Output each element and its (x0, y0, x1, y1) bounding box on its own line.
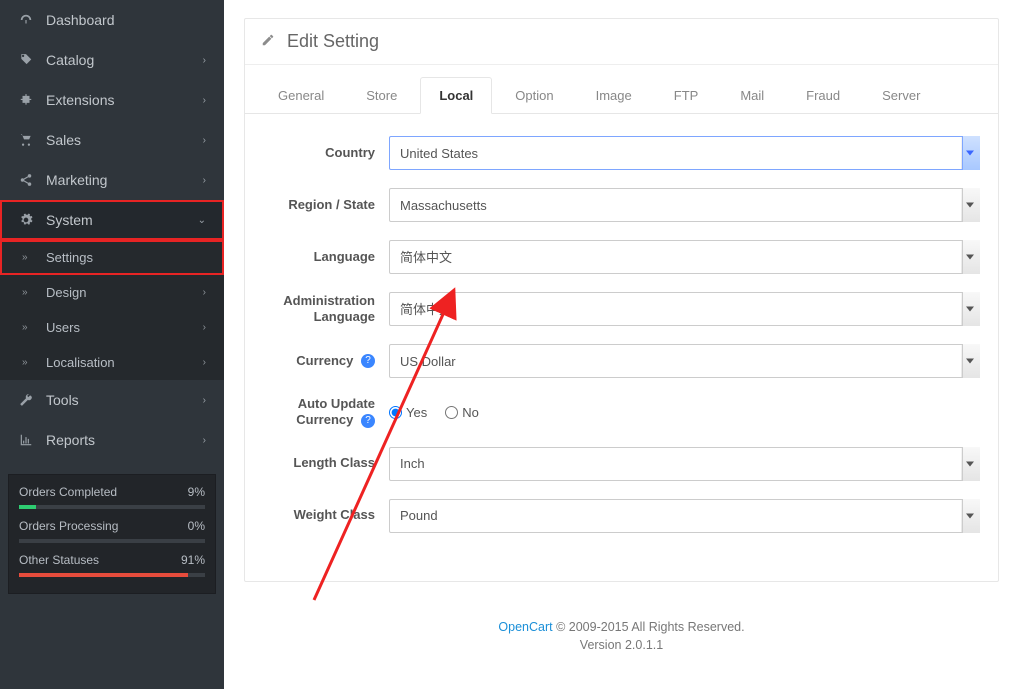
chevron-right-icon: › (203, 95, 206, 106)
sidebar-item-label: System (46, 212, 93, 228)
wrench-icon (18, 393, 34, 407)
footer: OpenCart © 2009-2015 All Rights Reserved… (244, 618, 999, 656)
sidebar-item-extensions[interactable]: Extensions › (0, 80, 224, 120)
stat-label: Orders Completed (19, 485, 117, 499)
chevron-right-icon: › (203, 395, 206, 406)
label-length-class: Length Class (259, 455, 389, 471)
label-region: Region / State (259, 197, 389, 213)
double-chevron-icon: » (22, 322, 36, 333)
select-region[interactable]: Massachusetts (389, 188, 980, 222)
sidebar: Dashboard Catalog › Extensions › (0, 0, 224, 689)
label-auto-update-currency: Auto Update Currency ? (259, 396, 389, 429)
stat-orders-completed: Orders Completed 9% (19, 485, 205, 509)
stat-pct: 91% (181, 553, 205, 567)
double-chevron-icon: » (22, 357, 36, 368)
sidebar-item-marketing[interactable]: Marketing › (0, 160, 224, 200)
chevron-right-icon: › (203, 175, 206, 186)
radio-no[interactable]: No (445, 405, 479, 420)
main-content: Edit Setting General Store Local Option … (224, 0, 1013, 689)
sidebar-item-label: Tools (46, 392, 79, 408)
stat-orders-processing: Orders Processing 0% (19, 519, 205, 543)
footer-rights: © 2009-2015 All Rights Reserved. (553, 620, 745, 634)
sidebar-item-reports[interactable]: Reports › (0, 420, 224, 460)
label-weight-class: Weight Class (259, 507, 389, 523)
radio-yes[interactable]: Yes (389, 405, 427, 420)
pencil-icon (261, 33, 275, 50)
sidebar-item-label: Marketing (46, 172, 107, 188)
sidebar-item-system[interactable]: System ⌄ (0, 200, 224, 240)
info-icon[interactable]: ? (361, 354, 375, 368)
tab-store[interactable]: Store (347, 77, 416, 113)
tab-local[interactable]: Local (420, 77, 492, 114)
tab-fraud[interactable]: Fraud (787, 77, 859, 113)
chevron-right-icon: › (203, 55, 206, 66)
tag-icon (18, 53, 34, 67)
tab-mail[interactable]: Mail (721, 77, 783, 113)
puzzle-icon (18, 93, 34, 107)
chart-icon (18, 433, 34, 447)
label-country: Country (259, 145, 389, 161)
sidebar-item-dashboard[interactable]: Dashboard (0, 0, 224, 40)
tab-ftp[interactable]: FTP (655, 77, 718, 113)
tab-image[interactable]: Image (577, 77, 651, 113)
sidebar-submenu-system: » Settings » Design › » Users › » (0, 240, 224, 380)
gear-icon (18, 213, 34, 227)
panel-header: Edit Setting (245, 19, 998, 65)
stat-other-statuses: Other Statuses 91% (19, 553, 205, 577)
sidebar-subitem-settings[interactable]: » Settings (0, 240, 224, 275)
sidebar-subitem-label: Design (46, 285, 86, 300)
label-admin-language: Administration Language (259, 293, 389, 326)
sidebar-item-catalog[interactable]: Catalog › (0, 40, 224, 80)
sidebar-item-label: Extensions (46, 92, 114, 108)
sidebar-item-label: Catalog (46, 52, 94, 68)
select-country[interactable]: United States (389, 136, 980, 170)
chevron-right-icon: › (203, 357, 206, 368)
chevron-down-icon: ⌄ (198, 215, 206, 226)
tab-general[interactable]: General (259, 77, 343, 113)
stats-box: Orders Completed 9% Orders Processing 0%… (8, 474, 216, 594)
chevron-right-icon: › (203, 435, 206, 446)
sidebar-subitem-design[interactable]: » Design › (0, 275, 224, 310)
tab-server[interactable]: Server (863, 77, 939, 113)
double-chevron-icon: » (22, 287, 36, 298)
stat-label: Other Statuses (19, 553, 99, 567)
label-currency: Currency ? (259, 353, 389, 369)
tab-option[interactable]: Option (496, 77, 572, 113)
select-language[interactable]: 简体中文 (389, 240, 980, 274)
stat-pct: 9% (188, 485, 205, 499)
chevron-right-icon: › (203, 322, 206, 333)
sidebar-item-label: Sales (46, 132, 81, 148)
sidebar-subitem-label: Users (46, 320, 80, 335)
cart-icon (18, 133, 34, 147)
sidebar-item-label: Dashboard (46, 12, 115, 28)
double-chevron-icon: » (22, 252, 36, 263)
info-icon[interactable]: ? (361, 414, 375, 428)
footer-version: Version 2.0.1.1 (580, 638, 663, 652)
footer-brand-link[interactable]: OpenCart (498, 620, 552, 634)
dashboard-icon (18, 13, 34, 27)
sidebar-item-sales[interactable]: Sales › (0, 120, 224, 160)
select-length-class[interactable]: Inch (389, 447, 980, 481)
select-currency[interactable]: US Dollar (389, 344, 980, 378)
sidebar-subitem-label: Localisation (46, 355, 115, 370)
select-admin-language[interactable]: 简体中文 (389, 292, 980, 326)
tabs: General Store Local Option Image FTP Mai… (245, 65, 998, 114)
edit-setting-panel: Edit Setting General Store Local Option … (244, 18, 999, 582)
stat-pct: 0% (188, 519, 205, 533)
auto-update-currency-radios: Yes No (389, 405, 980, 420)
panel-title: Edit Setting (287, 31, 379, 52)
sidebar-subitem-users[interactable]: » Users › (0, 310, 224, 345)
stat-label: Orders Processing (19, 519, 118, 533)
chevron-right-icon: › (203, 135, 206, 146)
select-weight-class[interactable]: Pound (389, 499, 980, 533)
sidebar-subitem-label: Settings (46, 250, 93, 265)
chevron-right-icon: › (203, 287, 206, 298)
form-body: Country United States Region / State Mas… (245, 114, 998, 581)
sidebar-item-tools[interactable]: Tools › (0, 380, 224, 420)
sidebar-item-label: Reports (46, 432, 95, 448)
share-icon (18, 173, 34, 187)
sidebar-subitem-localisation[interactable]: » Localisation › (0, 345, 224, 380)
label-language: Language (259, 249, 389, 265)
